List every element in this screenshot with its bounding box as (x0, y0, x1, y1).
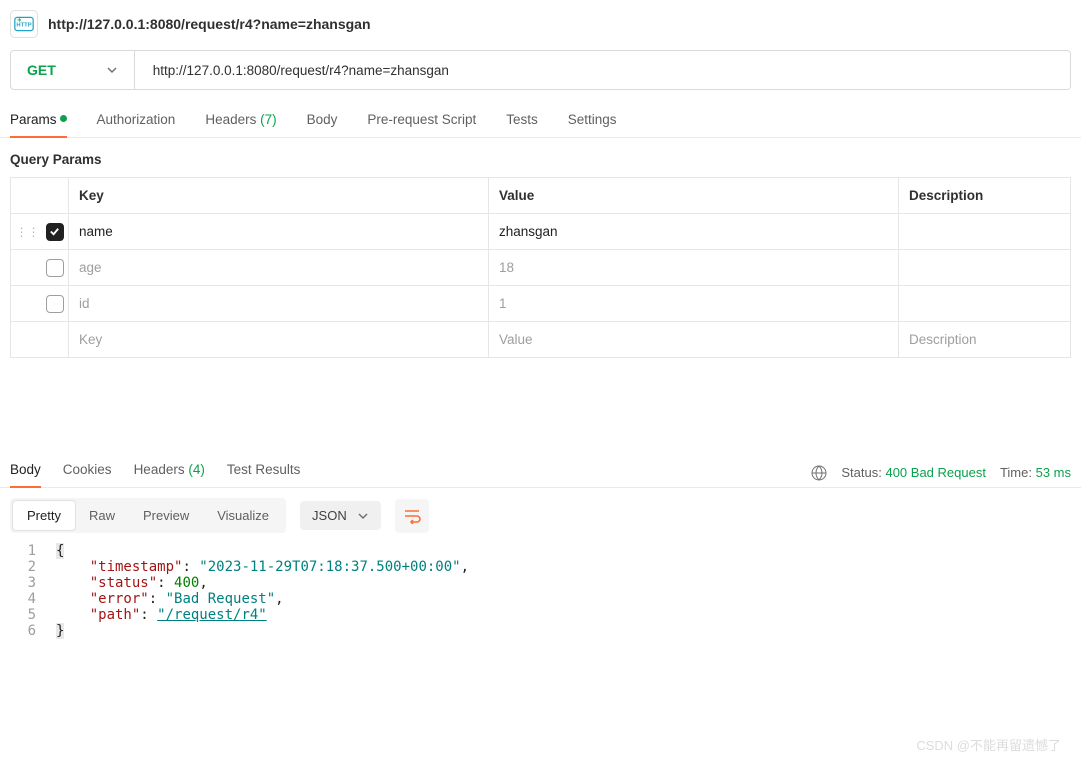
cell-key[interactable]: age (69, 250, 489, 286)
table-row: ⋮⋮ name zhansgan (11, 214, 1071, 250)
row-checkbox[interactable] (46, 259, 64, 277)
response-header: Body Cookies Headers (4) Test Results St… (0, 458, 1081, 488)
table-row: ⋮⋮ age 18 (11, 250, 1071, 286)
cell-desc[interactable] (899, 250, 1071, 286)
row-checkbox[interactable] (46, 223, 64, 241)
tab-authorization[interactable]: Authorization (97, 108, 176, 137)
tab-params[interactable]: Params (10, 108, 67, 137)
chevron-down-icon (357, 510, 369, 522)
http-icon: HTTP (10, 10, 38, 38)
drag-handle-icon[interactable]: ⋮⋮ (16, 225, 40, 239)
row-checkbox[interactable] (46, 295, 64, 313)
cell-value[interactable]: 1 (489, 286, 899, 322)
chevron-down-icon (106, 64, 118, 76)
table-row-placeholder: Key Value Description (11, 322, 1071, 358)
format-dropdown[interactable]: JSON (300, 501, 381, 530)
globe-icon[interactable] (811, 465, 827, 481)
rtab-body[interactable]: Body (10, 458, 41, 487)
response-body[interactable]: 1{ 2 "timestamp": "2023-11-29T07:18:37.5… (0, 543, 1081, 649)
tab-body[interactable]: Body (307, 108, 338, 137)
view-raw[interactable]: Raw (75, 501, 129, 530)
rtab-tests[interactable]: Test Results (227, 458, 301, 487)
status-bar: Status: 400 Bad Request Time: 53 ms (811, 465, 1071, 481)
url-input[interactable] (135, 51, 1070, 89)
section-label: Query Params (0, 138, 1081, 177)
response-tabs: Body Cookies Headers (4) Test Results (10, 458, 300, 487)
tab-settings[interactable]: Settings (568, 108, 617, 137)
cell-desc[interactable] (899, 214, 1071, 250)
view-preview[interactable]: Preview (129, 501, 203, 530)
table-row: ⋮⋮ id 1 (11, 286, 1071, 322)
rtab-headers[interactable]: Headers (4) (134, 458, 205, 487)
rtab-cookies[interactable]: Cookies (63, 458, 112, 487)
tab-headers[interactable]: Headers (7) (205, 108, 276, 137)
query-params-table: Key Value Description ⋮⋮ name zhansgan ⋮… (10, 177, 1071, 358)
view-row: Pretty Raw Preview Visualize JSON (0, 488, 1081, 543)
request-bar: GET (10, 50, 1071, 90)
cell-key-ph[interactable]: Key (69, 322, 489, 358)
col-value: Value (489, 178, 899, 214)
title-bar: HTTP http://127.0.0.1:8080/request/r4?na… (0, 0, 1081, 50)
active-dot-icon (60, 115, 67, 122)
view-mode-group: Pretty Raw Preview Visualize (10, 498, 286, 533)
col-desc: Description (899, 178, 1071, 214)
page-title: http://127.0.0.1:8080/request/r4?name=zh… (48, 16, 371, 32)
request-tabs: Params Authorization Headers (7) Body Pr… (0, 108, 1081, 138)
watermark: CSDN @不能再留遗憾了 (916, 735, 1061, 754)
cell-desc-ph[interactable]: Description (899, 322, 1071, 358)
view-visualize[interactable]: Visualize (203, 501, 283, 530)
cell-value-ph[interactable]: Value (489, 322, 899, 358)
status-value: 400 Bad Request (885, 465, 985, 480)
col-checkbox (11, 178, 69, 214)
svg-text:HTTP: HTTP (16, 23, 31, 29)
wrap-lines-button[interactable] (395, 499, 429, 533)
cell-key[interactable]: name (69, 214, 489, 250)
tab-prerequest[interactable]: Pre-request Script (367, 108, 476, 137)
cell-desc[interactable] (899, 286, 1071, 322)
col-key: Key (69, 178, 489, 214)
time-value: 53 ms (1036, 465, 1071, 480)
cell-value[interactable]: 18 (489, 250, 899, 286)
method-label: GET (27, 62, 56, 78)
view-pretty[interactable]: Pretty (13, 501, 75, 530)
tab-tests[interactable]: Tests (506, 108, 538, 137)
cell-value[interactable]: zhansgan (489, 214, 899, 250)
method-dropdown[interactable]: GET (11, 51, 135, 89)
cell-key[interactable]: id (69, 286, 489, 322)
